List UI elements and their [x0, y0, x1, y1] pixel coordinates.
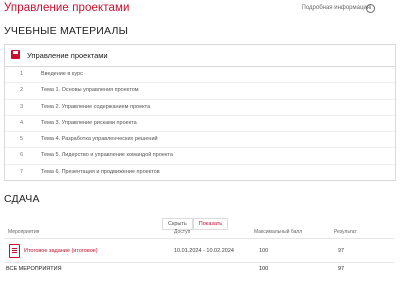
lesson-number: 4 [20, 119, 24, 126]
column-header: Доступ [174, 229, 191, 235]
details-link[interactable]: Подробная информация [302, 5, 370, 11]
panel-title: Управление проектами [27, 51, 108, 60]
lesson-item[interactable]: 5 Тема 4. Разработка управленческих реше… [5, 132, 395, 149]
panel-header[interactable]: Управление проектами [5, 45, 395, 67]
save-icon [11, 50, 20, 59]
filter-toggle: Скрыть Показать [162, 212, 229, 230]
result-score: 97 [338, 248, 345, 254]
lesson-item[interactable]: 1 Введение в курс [5, 67, 395, 84]
lesson-link[interactable]: Тема 4. Разработка управленческих решени… [41, 136, 158, 142]
total-max: 100 [259, 266, 269, 272]
column-header: Максимальный балл [254, 229, 303, 235]
top-bar: Управление проектами Подробная информаци… [0, 0, 400, 18]
lesson-number: 3 [20, 103, 24, 110]
submission-heading: СДАЧА [4, 193, 40, 205]
column-header: Мероприятия [8, 229, 40, 235]
lesson-item[interactable]: 4 Тема 3. Управление рисками проекта [5, 116, 395, 133]
lesson-item[interactable]: 3 Тема 2. Управление содержанием проекта [5, 100, 395, 116]
lesson-item[interactable]: 6 Тема 5. Лидерство и управление командо… [5, 148, 395, 165]
max-score: 100 [259, 248, 269, 254]
materials-heading: УЧЕБНЫЕ МАТЕРИАЛЫ [4, 25, 129, 37]
lesson-link[interactable]: Тема 5. Лидерство и управление командой … [41, 152, 173, 158]
lesson-item[interactable]: 2 Тема 1. Основы управления проектом [5, 83, 395, 100]
total-row: ВСЕ МЕРОПРИЯТИЯ 100 97 [4, 263, 394, 275]
total-result: 97 [338, 266, 345, 272]
access-dates: 10.01.2024 - 10.02.2024 [174, 248, 234, 254]
lesson-number: 7 [20, 168, 24, 175]
info-icon[interactable]: i [366, 4, 375, 13]
materials-panel: Управление проектами 1 Введение в курс 2… [4, 44, 396, 181]
activity-link[interactable]: Итоговое задание (итоговое) [24, 248, 98, 254]
lesson-number: 1 [20, 71, 24, 77]
lesson-link[interactable]: Тема 1. Основы управления проектом [41, 87, 139, 93]
column-header: Результат [334, 229, 357, 235]
lesson-link[interactable]: Тема 3. Управление рисками проекта [41, 120, 137, 126]
lesson-number: 6 [20, 152, 24, 159]
page-title: Управление проектами [4, 2, 130, 14]
lesson-number: 2 [20, 87, 24, 94]
total-label: ВСЕ МЕРОПРИЯТИЯ [6, 266, 62, 272]
filter-show-button[interactable]: Показать [192, 218, 229, 230]
lesson-item[interactable]: 7 Тема 6. Презентация и продвижение прое… [5, 165, 395, 180]
document-icon [9, 244, 20, 258]
lesson-number: 5 [20, 136, 24, 143]
table-row: Итоговое задание (итоговое) 10.01.2024 -… [4, 238, 394, 263]
lesson-link[interactable]: Тема 2. Управление содержанием проекта [41, 104, 150, 110]
lesson-link[interactable]: Введение в курс [41, 71, 83, 77]
lesson-link[interactable]: Тема 6. Презентация и продвижение проект… [41, 169, 160, 175]
